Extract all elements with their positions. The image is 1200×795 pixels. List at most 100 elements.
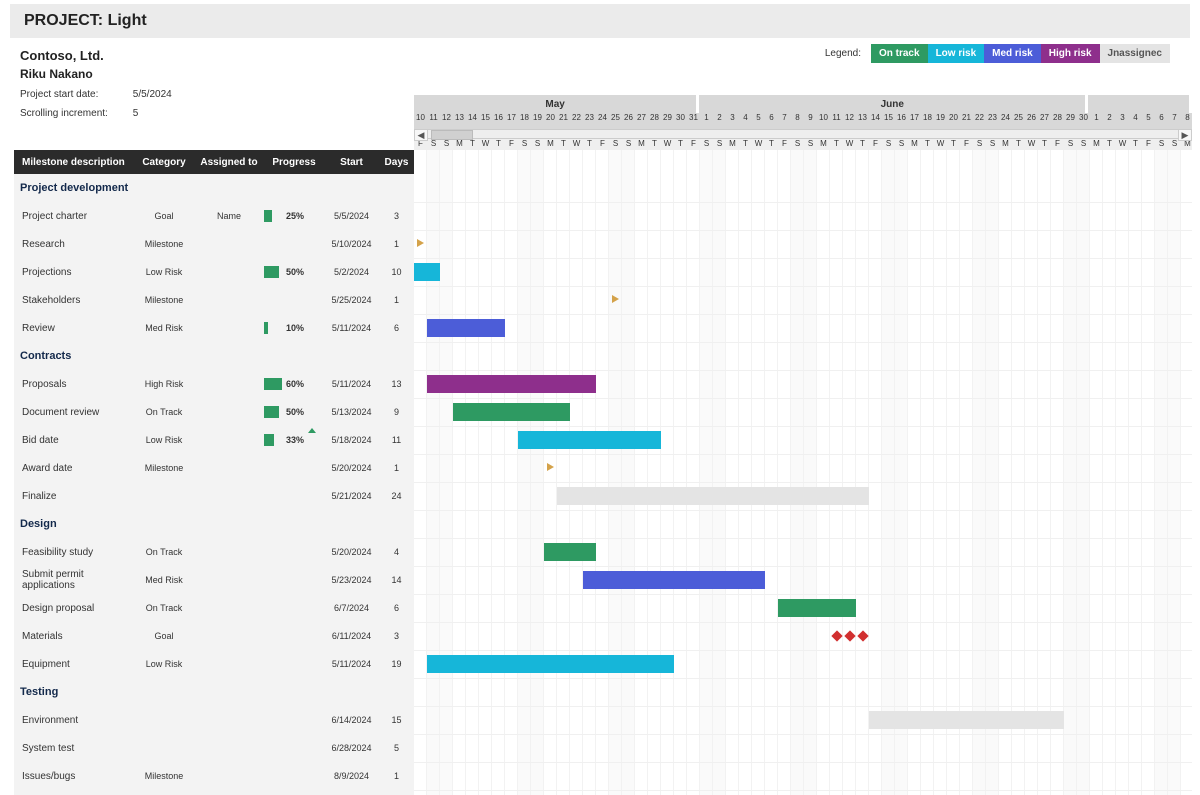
cell-start: 5/11/2024 xyxy=(324,659,379,669)
day-number: 30 xyxy=(674,113,687,129)
table-row[interactable]: ProposalsHigh Risk60%5/11/202413 xyxy=(14,370,414,398)
cell-start: 5/11/2024 xyxy=(324,379,379,389)
cell-category: On Track xyxy=(134,547,194,557)
day-number: 17 xyxy=(505,113,518,129)
cell-progress: 50% xyxy=(264,264,324,280)
cell-category: Med Risk xyxy=(134,575,194,585)
gantt-bar[interactable] xyxy=(544,543,596,561)
table-row[interactable]: ResearchMilestone5/10/20241 xyxy=(14,230,414,258)
table-row[interactable]: System test6/28/20245 xyxy=(14,734,414,762)
table-row[interactable]: Project charterGoalName25%5/5/20243 xyxy=(14,202,414,230)
day-number: 17 xyxy=(908,113,921,129)
cell-category: Goal xyxy=(134,211,194,221)
table-row[interactable]: Issues/bugsMilestone8/9/20241 xyxy=(14,762,414,790)
day-number: 24 xyxy=(999,113,1012,129)
day-number: 16 xyxy=(492,113,505,129)
col-description: Milestone description xyxy=(14,157,134,168)
col-assigned: Assigned to xyxy=(194,157,264,168)
gantt-bar[interactable] xyxy=(427,655,674,673)
cell-days: 1 xyxy=(379,295,414,305)
milestone-flag-icon xyxy=(417,239,424,247)
cell-description: Submit permit applications xyxy=(14,569,134,591)
cell-start: 5/11/2024 xyxy=(324,323,379,333)
table-row[interactable]: StakeholdersMilestone5/25/20241 xyxy=(14,286,414,314)
day-number: 7 xyxy=(1168,113,1181,129)
table-row[interactable]: Award dateMilestone5/20/20241 xyxy=(14,454,414,482)
title-name: Light xyxy=(108,12,147,29)
cell-days: 24 xyxy=(379,491,414,501)
day-number: 12 xyxy=(440,113,453,129)
day-number: 2 xyxy=(1103,113,1116,129)
scroll-right-icon[interactable]: ▶ xyxy=(1178,129,1192,141)
cell-days: 6 xyxy=(379,603,414,613)
table-row[interactable]: Document reviewOn Track50%5/13/20249 xyxy=(14,398,414,426)
meta-scroll-label: Scrolling increment: xyxy=(20,108,130,119)
cell-start: 5/10/2024 xyxy=(324,239,379,249)
cell-start: 6/28/2024 xyxy=(324,743,379,753)
table-row[interactable]: Feasibility studyOn Track5/20/20244 xyxy=(14,538,414,566)
timeline-scrollbar[interactable]: ◀ ▶ xyxy=(414,129,1192,139)
day-number: 11 xyxy=(427,113,440,129)
cell-days: 10 xyxy=(379,267,414,277)
table-row[interactable]: Bid dateLow Risk33%5/18/202411 xyxy=(14,426,414,454)
table-row[interactable]: MaterialsGoal6/11/20243 xyxy=(14,622,414,650)
day-number: 23 xyxy=(583,113,596,129)
day-number: 31 xyxy=(687,113,700,129)
cell-days: 1 xyxy=(379,463,414,473)
gantt-bar[interactable] xyxy=(453,403,570,421)
cell-start: 6/14/2024 xyxy=(324,715,379,725)
day-number: 8 xyxy=(791,113,804,129)
cell-description: Award date xyxy=(14,463,134,474)
cell-description: Project charter xyxy=(14,211,134,222)
cell-progress: 33% xyxy=(264,432,324,448)
day-number: 1 xyxy=(1090,113,1103,129)
day-number: 8 xyxy=(1181,113,1194,129)
cell-days: 4 xyxy=(379,547,414,557)
table-row[interactable]: ReviewMed Risk10%5/11/20246 xyxy=(14,314,414,342)
gantt-bar[interactable] xyxy=(583,571,765,589)
table-row[interactable]: Design proposalOn Track6/7/20246 xyxy=(14,594,414,622)
progress-value: 60% xyxy=(286,376,304,392)
day-number: 29 xyxy=(661,113,674,129)
cell-description: Review xyxy=(14,323,134,334)
day-number: 10 xyxy=(817,113,830,129)
gantt-bar[interactable] xyxy=(778,599,856,617)
day-number: 19 xyxy=(934,113,947,129)
table-row[interactable]: ProjectionsLow Risk50%5/2/202410 xyxy=(14,258,414,286)
day-number: 21 xyxy=(960,113,973,129)
gantt-bar[interactable] xyxy=(414,263,440,281)
progress-value: 50% xyxy=(286,264,304,280)
gantt-bar[interactable] xyxy=(869,711,1064,729)
day-number: 25 xyxy=(609,113,622,129)
day-number: 26 xyxy=(1025,113,1038,129)
cell-description: Research xyxy=(14,239,134,250)
cell-description: Environment xyxy=(14,715,134,726)
cell-start: 5/20/2024 xyxy=(324,463,379,473)
gantt-bar[interactable] xyxy=(518,431,661,449)
progress-value: 33% xyxy=(286,432,304,448)
phase-header: Project development xyxy=(14,174,414,202)
day-number: 23 xyxy=(986,113,999,129)
cell-category: Milestone xyxy=(134,239,194,249)
progress-mark-icon xyxy=(308,428,316,433)
scroll-handle[interactable] xyxy=(431,130,473,140)
table-row[interactable]: EquipmentLow Risk5/11/202419 xyxy=(14,650,414,678)
day-number: 22 xyxy=(973,113,986,129)
cell-days: 6 xyxy=(379,323,414,333)
cell-start: 6/11/2024 xyxy=(324,631,379,641)
day-number: 4 xyxy=(1129,113,1142,129)
day-number: 15 xyxy=(479,113,492,129)
legend: Legend: On trackLow riskMed riskHigh ris… xyxy=(825,48,1170,59)
table-row[interactable]: Environment6/14/202415 xyxy=(14,706,414,734)
table-row[interactable]: Finalize5/21/202424 xyxy=(14,482,414,510)
cell-category: Med Risk xyxy=(134,323,194,333)
progress-bar xyxy=(264,322,268,334)
legend-chip: On track xyxy=(871,44,928,63)
scroll-left-icon[interactable]: ◀ xyxy=(414,129,428,141)
table-row[interactable]: Submit permit applicationsMed Risk5/23/2… xyxy=(14,566,414,594)
gantt-bar[interactable] xyxy=(427,319,505,337)
gantt-bar[interactable] xyxy=(427,375,596,393)
cell-assigned: Name xyxy=(194,211,264,221)
gantt-bar[interactable] xyxy=(557,487,869,505)
day-number: 18 xyxy=(921,113,934,129)
